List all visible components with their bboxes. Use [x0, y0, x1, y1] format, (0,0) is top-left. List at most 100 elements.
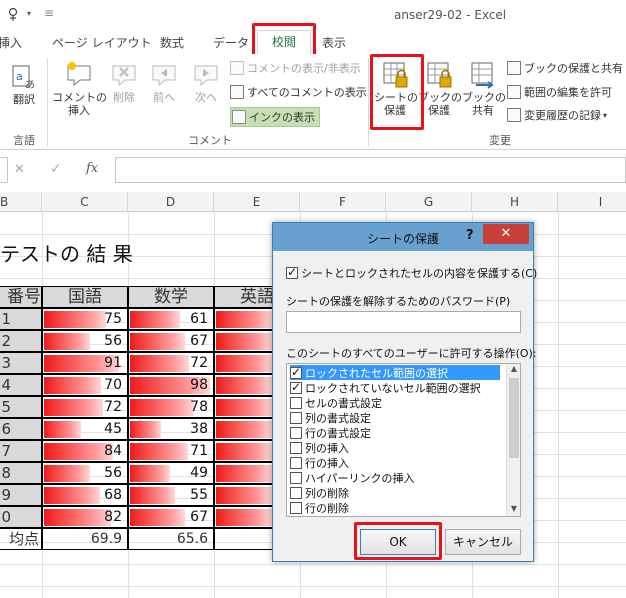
- row-id-cell[interactable]: 9: [0, 484, 42, 506]
- ok-button[interactable]: OK: [360, 529, 436, 555]
- delete-comment-button[interactable]: 削除: [108, 60, 140, 104]
- header-kokugo[interactable]: 国語: [42, 286, 128, 308]
- cancel-button[interactable]: キャンセル: [445, 529, 521, 555]
- average-value-cell[interactable]: 69.9: [42, 528, 128, 550]
- row-id-cell[interactable]: 7: [0, 440, 42, 462]
- kokugo-cell[interactable]: 70: [42, 374, 128, 396]
- list-scrollbar[interactable]: ▲ ▼: [506, 364, 520, 516]
- protect-and-share-button[interactable]: ブックの保護と共有: [507, 60, 623, 76]
- touch-mode-icon[interactable]: [6, 7, 24, 23]
- option-item[interactable]: セルの書式設定: [290, 395, 500, 410]
- sugaku-cell[interactable]: 98: [128, 374, 214, 396]
- column-header-d[interactable]: D: [128, 192, 214, 212]
- tab-view[interactable]: 表示: [322, 34, 346, 51]
- column-header-b[interactable]: B: [0, 192, 42, 212]
- average-value-cell[interactable]: 65.6: [128, 528, 214, 550]
- qat-customize-icon[interactable]: ≡: [44, 6, 54, 20]
- tab-page-layout[interactable]: ページ レイアウト: [52, 34, 152, 51]
- option-item[interactable]: 行の書式設定: [290, 425, 500, 440]
- header-sugaku[interactable]: 数学: [128, 286, 214, 308]
- option-item[interactable]: ロックされたセル範囲の選択: [290, 365, 500, 380]
- protect-workbook-button[interactable]: ブックの 保護: [418, 60, 462, 117]
- formula-input[interactable]: [115, 157, 626, 183]
- previous-comment-button[interactable]: 前へ: [146, 60, 182, 104]
- option-item[interactable]: 列の削除: [290, 485, 500, 500]
- average-label-cell[interactable]: 均点: [0, 528, 42, 550]
- kokugo-cell[interactable]: 56: [42, 462, 128, 484]
- option-item[interactable]: 列の書式設定: [290, 410, 500, 425]
- new-comment-button[interactable]: コメントの 挿入: [52, 60, 107, 117]
- sugaku-cell[interactable]: 49: [128, 462, 214, 484]
- kokugo-cell[interactable]: 84: [42, 440, 128, 462]
- column-header-f[interactable]: F: [300, 192, 386, 212]
- password-input[interactable]: [286, 311, 521, 333]
- next-comment-button[interactable]: 次へ: [188, 60, 224, 104]
- row-id-cell[interactable]: 8: [0, 462, 42, 484]
- show-ink-button[interactable]: インクの表示: [230, 107, 320, 127]
- option-item[interactable]: 行の挿入: [290, 455, 500, 470]
- allow-actions-list[interactable]: ロックされたセル範囲の選択ロックされていないセル範囲の選択セルの書式設定列の書式…: [286, 363, 521, 517]
- option-item[interactable]: 行の削除: [290, 500, 500, 515]
- cancel-icon[interactable]: ✕: [14, 162, 25, 177]
- column-header-g[interactable]: G: [386, 192, 472, 212]
- option-checkbox[interactable]: [290, 396, 302, 409]
- close-icon[interactable]: ✕: [483, 224, 529, 244]
- sugaku-cell[interactable]: 78: [128, 396, 214, 418]
- sugaku-cell[interactable]: 71: [128, 440, 214, 462]
- option-checkbox[interactable]: [290, 456, 302, 469]
- sugaku-cell[interactable]: 61: [128, 308, 214, 330]
- name-box[interactable]: [0, 157, 8, 183]
- track-changes-button[interactable]: 変更履歴の記録 ▾: [507, 107, 607, 123]
- row-id-cell[interactable]: 0: [0, 506, 42, 528]
- tab-formulas[interactable]: 数式: [160, 34, 184, 51]
- row-id-cell[interactable]: 2: [0, 330, 42, 352]
- scroll-up-icon[interactable]: ▲: [507, 364, 520, 376]
- share-workbook-button[interactable]: ブックの 共有: [462, 60, 506, 117]
- option-checkbox[interactable]: [290, 380, 302, 394]
- sugaku-cell[interactable]: 67: [128, 330, 214, 352]
- dialog-title-bar[interactable]: シートの保護 ? ✕: [273, 223, 533, 251]
- row-id-cell[interactable]: 6: [0, 418, 42, 440]
- option-checkbox[interactable]: [290, 501, 302, 514]
- option-item[interactable]: ハイパーリンクの挿入: [290, 470, 500, 485]
- row-id-cell[interactable]: 3: [0, 352, 42, 374]
- option-checkbox[interactable]: [290, 365, 302, 379]
- kokugo-cell[interactable]: 45: [42, 418, 128, 440]
- sugaku-cell[interactable]: 72: [128, 352, 214, 374]
- tab-data[interactable]: データ: [213, 34, 249, 51]
- option-item[interactable]: 列の挿入: [290, 440, 500, 455]
- column-header-c[interactable]: C: [42, 192, 128, 212]
- column-header-e[interactable]: E: [214, 192, 300, 212]
- kokugo-cell[interactable]: 82: [42, 506, 128, 528]
- function-icon[interactable]: fx: [86, 161, 98, 176]
- kokugo-cell[interactable]: 72: [42, 396, 128, 418]
- scrollbar-thumb[interactable]: [509, 378, 519, 458]
- row-id-cell[interactable]: 5: [0, 396, 42, 418]
- translate-button[interactable]: aあ 翻訳: [6, 60, 42, 106]
- allow-edit-ranges-button[interactable]: 範囲の編集を許可: [507, 84, 612, 100]
- header-number[interactable]: 番号: [0, 286, 42, 308]
- sugaku-cell[interactable]: 38: [128, 418, 214, 440]
- sugaku-cell[interactable]: 55: [128, 484, 214, 506]
- help-icon[interactable]: ?: [466, 228, 474, 243]
- kokugo-cell[interactable]: 75: [42, 308, 128, 330]
- option-checkbox[interactable]: [290, 471, 302, 484]
- protect-contents-checkbox[interactable]: シートとロックされたセルの内容を保護する(C): [286, 265, 537, 281]
- column-header-h[interactable]: H: [472, 192, 558, 212]
- show-hide-comment-button[interactable]: コメントの表示/非表示: [230, 60, 361, 76]
- protect-contents-check[interactable]: [286, 265, 298, 279]
- column-header-i[interactable]: I: [558, 192, 626, 212]
- option-checkbox[interactable]: [290, 441, 302, 454]
- option-checkbox[interactable]: [290, 426, 302, 439]
- enter-icon[interactable]: ✓: [50, 161, 62, 177]
- kokugo-cell[interactable]: 68: [42, 484, 128, 506]
- kokugo-cell[interactable]: 91: [42, 352, 128, 374]
- kokugo-cell[interactable]: 56: [42, 330, 128, 352]
- option-item[interactable]: ロックされていないセル範囲の選択: [290, 380, 500, 395]
- tab-review[interactable]: 校閲: [257, 30, 311, 54]
- row-id-cell[interactable]: 4: [0, 374, 42, 396]
- protect-sheet-button[interactable]: シートの 保護: [374, 60, 418, 117]
- show-all-comments-button[interactable]: すべてのコメントの表示: [230, 84, 367, 100]
- option-checkbox[interactable]: [290, 411, 302, 424]
- tab-insert[interactable]: 挿入: [0, 34, 22, 51]
